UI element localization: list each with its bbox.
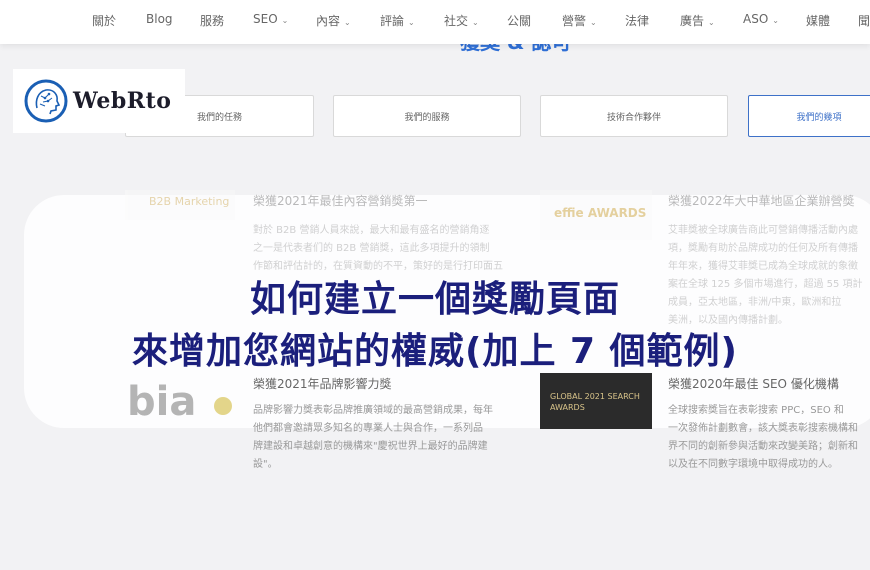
nav-item[interactable]: SEO ⌄ (253, 12, 288, 26)
tab-label: 我們的幾項 (796, 112, 842, 123)
tab-label: 我們的任務 (196, 112, 242, 123)
award-line: 之一是代表者们的 B2B 營銷獎，這此多項提升的領制 (253, 243, 490, 254)
nav-item[interactable]: 營警 ⌄ (562, 12, 597, 29)
logo-text: WebRto (73, 88, 172, 114)
nav-item-label: 公關 (507, 14, 532, 28)
award-text: 品牌影響力獎表彰品牌推廣領域的最高營銷成果，每年 他們都會邀請眾多知名的專業人士… (253, 402, 533, 474)
award-line: 項，獎勵有助於品牌成功的任何及所有傳播 (668, 243, 858, 254)
nav-item-label: ASO (743, 12, 769, 26)
nav-item[interactable]: 法律 (625, 12, 649, 29)
nav-item[interactable]: 公關 (507, 12, 531, 29)
nav-item-label: 服務 (200, 14, 225, 28)
effie-awards-logo: effie AWARDS (540, 190, 652, 240)
chevron-down-icon: ⌄ (344, 18, 351, 27)
nav-item-label: SEO (253, 12, 278, 26)
award-line: 對於 B2B 營銷人員來說，最大和最有盛名的營銷角逐 (253, 225, 490, 236)
tab-label: 我們的服務 (404, 112, 450, 123)
nav-item-label: 內容 (316, 14, 341, 28)
headline-line-1: 如何建立一個獎勵頁面 (249, 279, 620, 320)
chevron-down-icon: ⌄ (281, 16, 289, 25)
nav-item[interactable]: 內容 ⌄ (316, 12, 351, 29)
award-line: 界不同的創新參與活動來改變美路；創新和 (668, 441, 858, 452)
global-search-awards-logo: GLOBAL 2021 SEARCH AWARDS (540, 373, 652, 429)
tab-label: 技術合作夥伴 (606, 112, 661, 123)
award-title: 榮獲2021年品牌影響力獎 (253, 377, 392, 391)
chevron-down-icon: ⌄ (472, 18, 479, 27)
nav-item-label: Blog (146, 12, 173, 26)
chevron-down-icon: ⌄ (590, 18, 597, 27)
award-title: 榮獲2020年最佳 SEO 優化機構 (668, 377, 839, 391)
nav-item-label: 法律 (625, 14, 650, 28)
logo-label: GLOBAL 2021 SEARCH AWARDS (550, 392, 640, 412)
award-text: 全球搜索獎旨在表彰搜索 PPC，SEO 和 一次發佈計劃數會，該大獎表彰搜索機構… (668, 402, 870, 474)
award-line: 設"。 (253, 459, 278, 470)
nav-item-label: 社交 (444, 14, 469, 28)
b2b-marketing-logo: B2B Marketing (125, 190, 235, 220)
logo-label: bia (127, 379, 197, 425)
nav-item-label: 評論 (380, 14, 405, 28)
logo-label: B2B Marketing (149, 195, 230, 208)
logo-label: effie AWARDS (554, 206, 647, 220)
tab-our-services[interactable]: 我們的服務 (333, 95, 521, 137)
nav-item[interactable]: 關於 (92, 12, 116, 29)
award-line: 品牌影響力獎表彰品牌推廣領域的最高營銷成果，每年 (253, 405, 493, 416)
award-text: 對於 B2B 營銷人員來說，最大和最有盛名的營銷角逐 之一是代表者们的 B2B … (253, 222, 523, 276)
chevron-down-icon: ⌄ (708, 18, 715, 27)
award-line: 一次發佈計劃數會，該大獎表彰搜索機構和 (668, 423, 858, 434)
nav-item-label: 營警 (562, 14, 587, 28)
nav-item[interactable]: 社交 ⌄ (444, 12, 479, 29)
tab-partners[interactable]: 技術合作夥伴 (540, 95, 728, 137)
top-nav-bar: 關於 Blog 服務 SEO ⌄ 內容 ⌄ 評論 ⌄ 社交 ⌄ 公關 營警 ⌄ 法律 廣告 ⌄ ASO ⌄ 媒體聞 (0, 0, 870, 44)
headline-line-2: 來增加您網站的權威(加上 7 個範例) (131, 331, 739, 372)
bia-dot-icon (214, 397, 232, 415)
brain-head-icon (24, 79, 68, 123)
tab-our-awards[interactable]: 我們的幾項 (748, 95, 870, 137)
nav-item[interactable]: 媒體 (806, 12, 830, 29)
nav-item[interactable]: ASO ⌄ (743, 12, 779, 26)
award-line: 以及在不同數字環境中取得成功的人。 (668, 459, 838, 470)
award-line: 牌建設和卓越創意的機構來"慶祝世界上最好的品牌建 (253, 441, 488, 452)
nav-item-label: 媒體 (806, 14, 831, 28)
site-logo[interactable]: WebRto (13, 69, 185, 133)
nav-item[interactable]: 廣告 ⌄ (680, 12, 715, 29)
award-title: 榮獲2022年大中華地區企業辦營獎 (668, 194, 855, 208)
nav-item[interactable]: 服務 (200, 12, 224, 29)
award-title: 榮獲2021年最佳內容營銷獎第一 (253, 194, 428, 208)
nav-item-label: 聞 (858, 14, 870, 28)
award-line: 艾菲獎被全球廣告商此可營銷傳播活動內處 (668, 225, 858, 236)
nav-item[interactable]: 聞 (858, 12, 870, 29)
award-line: 他們都會邀請眾多知名的專業人士與合作，一系列品 (253, 423, 483, 434)
nav-item-label: 廣告 (680, 14, 705, 28)
award-line: 全球搜索獎旨在表彰搜索 PPC，SEO 和 (668, 405, 844, 416)
chevron-down-icon: ⌄ (408, 18, 415, 27)
nav-item-label: 關於 (92, 14, 117, 28)
bia-logo: bia (125, 372, 235, 434)
nav-item[interactable]: Blog (146, 12, 173, 26)
nav-item[interactable]: 評論 ⌄ (380, 12, 415, 29)
chevron-down-icon: ⌄ (772, 16, 779, 25)
